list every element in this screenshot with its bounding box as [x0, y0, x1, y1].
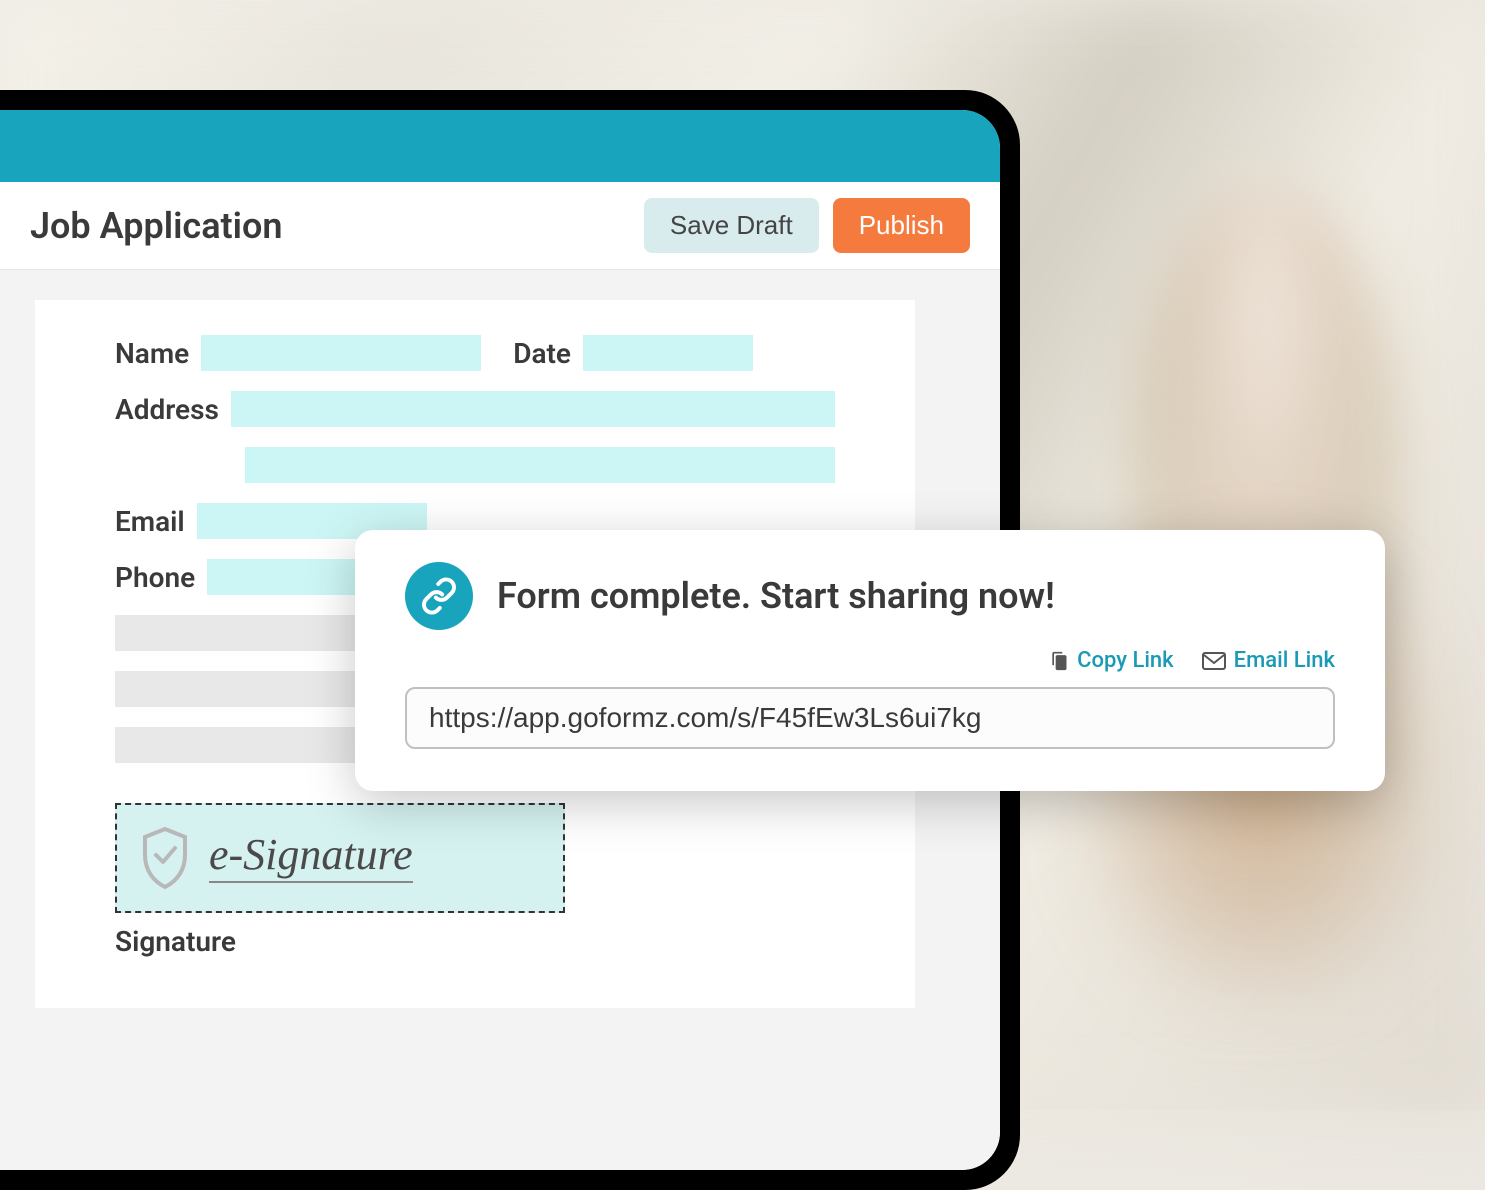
address-input-1[interactable]	[231, 391, 835, 427]
name-date-row: Name Date	[115, 335, 835, 371]
share-popup: Form complete. Start sharing now! Copy L…	[355, 530, 1385, 791]
save-draft-button[interactable]: Save Draft	[644, 198, 819, 253]
popup-title: Form complete. Start sharing now!	[497, 575, 1055, 617]
address-input-2[interactable]	[245, 447, 835, 483]
header-bar: Job Application Save Draft Publish	[0, 182, 1000, 270]
page-title: Job Application	[30, 205, 630, 247]
popup-header: Form complete. Start sharing now!	[405, 562, 1335, 630]
email-icon	[1202, 652, 1226, 670]
name-input[interactable]	[201, 335, 481, 371]
copy-link-label: Copy Link	[1077, 648, 1174, 673]
address-row-1: Address	[115, 391, 835, 427]
copy-icon	[1049, 650, 1069, 672]
signature-placeholder-text: e-Signature	[209, 833, 413, 883]
address-row-2	[115, 447, 835, 483]
date-label: Date	[513, 337, 571, 370]
app-top-bar	[0, 110, 1000, 182]
publish-button[interactable]: Publish	[833, 198, 970, 253]
email-link-label: Email Link	[1234, 648, 1335, 673]
popup-actions: Copy Link Email Link	[405, 648, 1335, 673]
share-url-input[interactable]	[405, 687, 1335, 749]
email-link-button[interactable]: Email Link	[1202, 648, 1335, 673]
link-icon	[405, 562, 473, 630]
address-label: Address	[115, 393, 219, 426]
date-input[interactable]	[583, 335, 753, 371]
name-label: Name	[115, 337, 189, 370]
signature-label: Signature	[115, 925, 835, 958]
signature-box[interactable]: e-Signature	[115, 803, 565, 913]
copy-link-button[interactable]: Copy Link	[1049, 648, 1174, 673]
shield-check-icon	[137, 825, 193, 891]
email-label: Email	[115, 505, 185, 538]
phone-label: Phone	[115, 561, 195, 594]
